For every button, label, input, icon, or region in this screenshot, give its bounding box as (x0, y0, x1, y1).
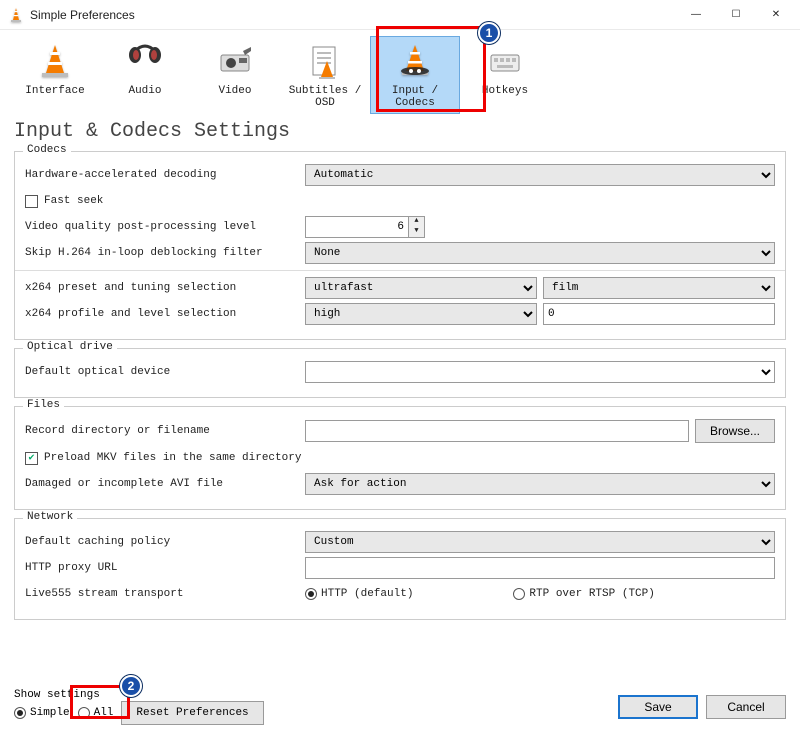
simple-label: Simple (30, 707, 70, 719)
x264-tuning-select[interactable]: film (543, 277, 775, 299)
window-titlebar: Simple Preferences — ☐ ✕ (0, 0, 800, 30)
preload-mkv-checkbox[interactable]: ✔ Preload MKV files in the same director… (25, 452, 301, 465)
fast-seek-checkbox[interactable]: Fast seek (25, 195, 103, 208)
tab-label: Input / Codecs (371, 85, 459, 109)
hw-decoding-select[interactable]: Automatic (305, 164, 775, 186)
page-title: Input & Codecs Settings (0, 114, 800, 151)
radio-icon (305, 588, 317, 600)
vq-postproc-input[interactable] (305, 216, 409, 238)
preload-mkv-label: Preload MKV files in the same directory (44, 452, 301, 464)
all-label: All (94, 707, 114, 719)
x264-preset-select[interactable]: ultrafast (305, 277, 537, 299)
hw-decoding-label: Hardware-accelerated decoding (25, 169, 305, 181)
http-proxy-label: HTTP proxy URL (25, 562, 305, 574)
close-button[interactable]: ✕ (756, 1, 796, 29)
tab-label: Interface (25, 85, 84, 97)
group-legend: Network (23, 511, 77, 523)
x264-profile-label: x264 profile and level selection (25, 308, 305, 320)
annotation-badge-1: 1 (478, 22, 500, 44)
http-proxy-input[interactable] (305, 557, 775, 579)
group-legend: Codecs (23, 144, 71, 156)
vq-postproc-label: Video quality post-processing level (25, 221, 305, 233)
radio-http-default[interactable]: HTTP (default) (305, 588, 413, 600)
tab-input-codecs[interactable]: Input / Codecs (370, 36, 460, 114)
radio-rtp[interactable]: RTP over RTSP (TCP) (513, 588, 654, 600)
spin-down-icon[interactable]: ▼ (409, 227, 424, 237)
audio-icon (125, 41, 165, 81)
tab-label: Audio (128, 85, 161, 97)
caching-select[interactable]: Custom (305, 531, 775, 553)
fast-seek-label: Fast seek (44, 195, 103, 207)
cancel-button[interactable]: Cancel (706, 695, 786, 719)
preferences-toolbar: Interface Audio Video Subtitles / OSD In… (0, 30, 800, 114)
footer: Show settings Simple All Reset Preferenc… (0, 684, 800, 730)
annotation-badge-2: 2 (120, 675, 142, 697)
optical-device-label: Default optical device (25, 366, 305, 378)
hotkeys-icon (485, 41, 525, 81)
checkbox-icon: ✔ (25, 452, 38, 465)
tab-subtitles[interactable]: Subtitles / OSD (280, 36, 370, 114)
record-dir-label: Record directory or filename (25, 425, 305, 437)
tab-hotkeys[interactable]: Hotkeys (460, 36, 550, 114)
radio-all[interactable]: All (78, 707, 114, 719)
interface-icon (35, 41, 75, 81)
radio-simple[interactable]: Simple (14, 707, 70, 719)
tab-audio[interactable]: Audio (100, 36, 190, 114)
skip-deblock-label: Skip H.264 in-loop deblocking filter (25, 247, 305, 259)
tab-label: Subtitles / OSD (281, 85, 369, 109)
tab-interface[interactable]: Interface (10, 36, 100, 114)
subtitles-icon (305, 41, 345, 81)
group-optical: Optical drive Default optical device (14, 348, 786, 398)
maximize-button[interactable]: ☐ (716, 1, 756, 29)
tab-label: Hotkeys (482, 85, 528, 97)
window-title: Simple Preferences (30, 8, 676, 22)
caching-label: Default caching policy (25, 536, 305, 548)
browse-button[interactable]: Browse... (695, 419, 775, 443)
reset-preferences-button[interactable]: Reset Preferences (121, 701, 263, 725)
minimize-button[interactable]: — (676, 1, 716, 29)
group-network: Network Default caching policy Custom HT… (14, 518, 786, 620)
radio-icon (513, 588, 525, 600)
damaged-avi-label: Damaged or incomplete AVI file (25, 478, 305, 490)
group-legend: Files (23, 399, 64, 411)
optical-device-select[interactable] (305, 361, 775, 383)
x264-level-input[interactable] (543, 303, 775, 325)
damaged-avi-select[interactable]: Ask for action (305, 473, 775, 495)
stream-transport-label: Live555 stream transport (25, 588, 305, 600)
save-button[interactable]: Save (618, 695, 698, 719)
group-codecs: Codecs Hardware-accelerated decoding Aut… (14, 151, 786, 340)
spin-up-icon[interactable]: ▲ (409, 217, 424, 227)
x264-profile-select[interactable]: high (305, 303, 537, 325)
checkbox-icon (25, 195, 38, 208)
tab-video[interactable]: Video (190, 36, 280, 114)
x264-preset-label: x264 preset and tuning selection (25, 282, 305, 294)
radio-icon (78, 707, 90, 719)
group-files: Files Record directory or filename Brows… (14, 406, 786, 510)
group-legend: Optical drive (23, 341, 117, 353)
vq-postproc-spinner[interactable]: ▲▼ (305, 216, 425, 238)
record-dir-input[interactable] (305, 420, 689, 442)
http-default-label: HTTP (default) (321, 588, 413, 600)
rtp-label: RTP over RTSP (TCP) (529, 588, 654, 600)
vlc-cone-icon (8, 7, 24, 23)
video-icon (215, 41, 255, 81)
radio-icon (14, 707, 26, 719)
input-codecs-icon (395, 41, 435, 81)
skip-deblock-select[interactable]: None (305, 242, 775, 264)
tab-label: Video (218, 85, 251, 97)
